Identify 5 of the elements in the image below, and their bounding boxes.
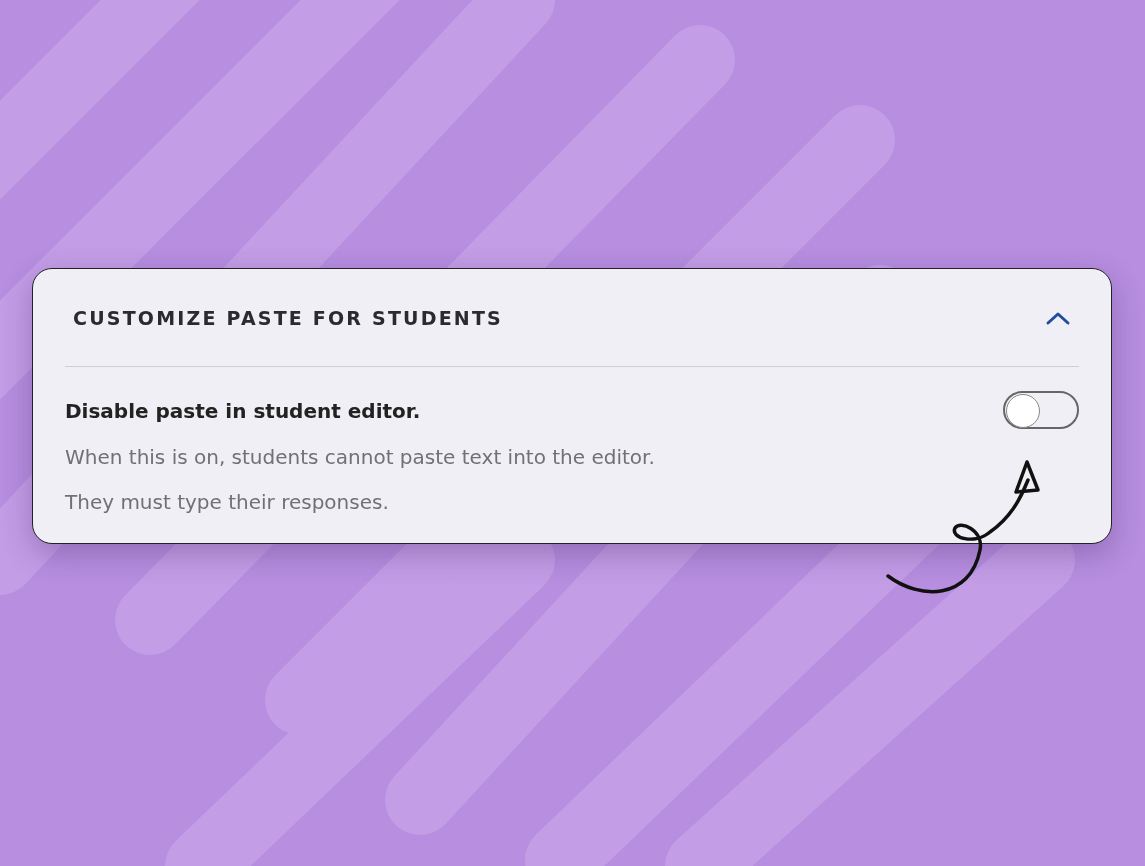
setting-label: Disable paste in student editor.	[65, 398, 422, 425]
setting-description: When this is on, students cannot paste text into the editor.	[65, 444, 655, 471]
setting-description: They must type their responses.	[65, 489, 390, 516]
panel-title: CUSTOMIZE PASTE FOR STUDENTS	[73, 306, 503, 329]
toggle-switch[interactable]	[1003, 391, 1079, 429]
